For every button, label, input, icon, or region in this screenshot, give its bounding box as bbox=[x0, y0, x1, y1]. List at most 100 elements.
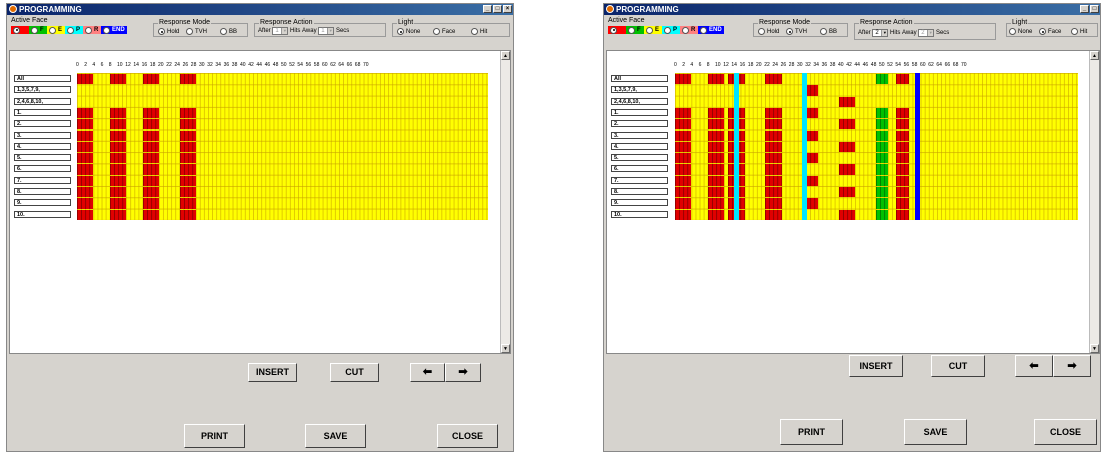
program-block[interactable] bbox=[109, 153, 127, 164]
target-row-label[interactable]: 7. bbox=[611, 176, 668, 184]
column-marker[interactable] bbox=[734, 73, 740, 220]
save-button[interactable]: SAVE bbox=[904, 419, 967, 445]
print-button[interactable]: PRINT bbox=[780, 419, 843, 445]
vertical-scrollbar[interactable]: ▲ ▼ bbox=[1089, 51, 1099, 353]
program-block[interactable] bbox=[77, 130, 94, 141]
target-row-label[interactable]: 2,4,6,8,10, bbox=[611, 97, 668, 105]
program-block[interactable] bbox=[707, 74, 725, 85]
program-block[interactable] bbox=[765, 153, 782, 164]
target-row-label[interactable]: 2. bbox=[611, 120, 668, 128]
program-block[interactable] bbox=[179, 164, 196, 175]
program-block[interactable] bbox=[707, 130, 725, 141]
vertical-scrollbar[interactable]: ▲ ▼ bbox=[500, 51, 510, 353]
face-f-option[interactable]: F bbox=[29, 26, 47, 34]
program-block[interactable] bbox=[179, 175, 196, 186]
program-block[interactable] bbox=[179, 153, 196, 164]
program-block[interactable] bbox=[77, 119, 94, 130]
scroll-up-icon[interactable]: ▲ bbox=[501, 51, 510, 60]
print-button[interactable]: PRINT bbox=[184, 424, 245, 448]
program-block[interactable] bbox=[896, 198, 909, 209]
program-block[interactable] bbox=[675, 74, 692, 85]
column-marker[interactable] bbox=[802, 73, 807, 220]
program-block[interactable] bbox=[765, 209, 782, 220]
program-block[interactable] bbox=[765, 164, 782, 175]
program-block[interactable] bbox=[875, 130, 889, 141]
light-face-radio[interactable]: Face bbox=[1039, 28, 1061, 35]
target-row-label[interactable]: 8. bbox=[611, 188, 668, 195]
target-row-label[interactable]: All bbox=[611, 75, 668, 82]
program-block[interactable] bbox=[896, 130, 909, 141]
timeline-cells[interactable] bbox=[77, 73, 488, 220]
program-block[interactable] bbox=[142, 198, 159, 209]
program-block[interactable] bbox=[142, 107, 159, 119]
program-block[interactable] bbox=[896, 74, 909, 85]
program-block[interactable] bbox=[109, 107, 127, 119]
face-red-option[interactable] bbox=[11, 26, 29, 34]
target-row-label[interactable]: All bbox=[14, 75, 71, 82]
target-row-label[interactable]: 9. bbox=[14, 199, 71, 207]
program-block[interactable] bbox=[707, 187, 725, 198]
scroll-up-icon[interactable]: ▲ bbox=[1090, 51, 1099, 60]
mode-hold-radio[interactable]: Hold bbox=[758, 28, 779, 35]
program-block[interactable] bbox=[109, 119, 127, 130]
program-block[interactable] bbox=[77, 164, 94, 175]
target-row-label[interactable]: 3. bbox=[611, 131, 668, 139]
target-row-label[interactable]: 1,3,5,7,9, bbox=[14, 86, 71, 94]
target-row-label[interactable]: 1,3,5,7,9, bbox=[611, 86, 668, 94]
maximize-button[interactable]: □ bbox=[1090, 5, 1099, 13]
away-secs-select[interactable]: 1 bbox=[318, 27, 335, 35]
program-block[interactable] bbox=[179, 141, 196, 153]
program-block[interactable] bbox=[707, 209, 725, 220]
program-block[interactable] bbox=[109, 187, 127, 198]
program-grid[interactable]: ▲ ▼ 0 2 4 6 8 10 12 14 16 18 20 22 24 26 28 30 32 34 36 38 40… bbox=[606, 50, 1100, 354]
program-block[interactable] bbox=[896, 107, 909, 119]
face-r-option[interactable]: R bbox=[680, 26, 698, 34]
program-block[interactable] bbox=[896, 175, 909, 186]
target-row-label[interactable]: 10. bbox=[611, 210, 668, 218]
close-window-button[interactable]: × bbox=[503, 5, 512, 13]
program-block[interactable] bbox=[675, 209, 692, 220]
program-block[interactable] bbox=[142, 119, 159, 130]
program-block[interactable] bbox=[839, 209, 856, 220]
program-block[interactable] bbox=[77, 107, 94, 119]
program-block[interactable] bbox=[707, 153, 725, 164]
face-f-option[interactable]: F bbox=[626, 26, 644, 34]
face-end-option[interactable]: END bbox=[101, 26, 127, 34]
face-red-option[interactable] bbox=[608, 26, 626, 34]
program-block[interactable] bbox=[77, 141, 94, 153]
program-block[interactable] bbox=[675, 107, 692, 119]
minimize-button[interactable]: _ bbox=[1080, 5, 1089, 13]
program-block[interactable] bbox=[675, 130, 692, 141]
target-row-label[interactable]: 9. bbox=[611, 199, 668, 207]
program-block[interactable] bbox=[142, 175, 159, 186]
program-block[interactable] bbox=[109, 209, 127, 220]
target-row-label[interactable]: 1. bbox=[14, 108, 71, 116]
program-block[interactable] bbox=[707, 119, 725, 130]
program-block[interactable] bbox=[896, 153, 909, 164]
program-block[interactable] bbox=[765, 175, 782, 186]
program-block[interactable] bbox=[142, 130, 159, 141]
program-block[interactable] bbox=[142, 209, 159, 220]
program-block[interactable] bbox=[896, 187, 909, 198]
target-row-label[interactable]: 6. bbox=[611, 165, 668, 173]
program-block[interactable] bbox=[707, 198, 725, 209]
program-block[interactable] bbox=[142, 153, 159, 164]
minimize-button[interactable]: _ bbox=[483, 5, 492, 13]
program-block[interactable] bbox=[707, 175, 725, 186]
scroll-down-icon[interactable]: ▼ bbox=[1090, 344, 1099, 353]
program-block[interactable] bbox=[765, 74, 782, 85]
program-block[interactable] bbox=[179, 209, 196, 220]
program-block[interactable] bbox=[765, 130, 782, 141]
program-block[interactable] bbox=[109, 198, 127, 209]
program-block[interactable] bbox=[109, 74, 127, 85]
program-block[interactable] bbox=[179, 198, 196, 209]
program-block[interactable] bbox=[765, 198, 782, 209]
column-marker[interactable] bbox=[914, 73, 920, 220]
program-block[interactable] bbox=[675, 175, 692, 186]
target-row-label[interactable]: 1. bbox=[611, 108, 668, 116]
scroll-down-icon[interactable]: ▼ bbox=[501, 344, 510, 353]
program-grid[interactable]: ▲ ▼ 0 2 4 6 8 10 12 14 16 18 20 22 24 26 28 30 32 34 36 38 40… bbox=[9, 50, 511, 354]
program-block[interactable] bbox=[875, 164, 889, 175]
mode-bb-radio[interactable]: BB bbox=[220, 28, 237, 35]
maximize-button[interactable]: □ bbox=[493, 5, 502, 13]
